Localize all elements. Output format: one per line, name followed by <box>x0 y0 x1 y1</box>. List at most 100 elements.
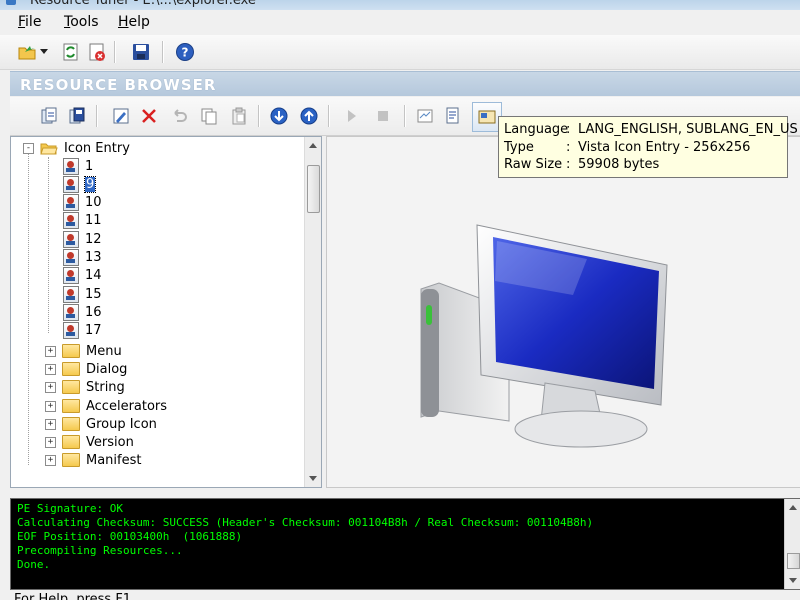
delete-icon[interactable] <box>138 105 160 127</box>
expand-icon[interactable]: + <box>45 345 56 357</box>
folder-icon <box>62 453 80 467</box>
app-icon <box>6 0 16 5</box>
tooltip-value: Vista Icon Entry - 256x256 <box>578 140 751 155</box>
tree-entry[interactable]: 15 <box>63 285 102 303</box>
expand-icon[interactable]: + <box>45 400 56 412</box>
log-line: PE Signature: OK <box>17 502 123 515</box>
tree-entry[interactable]: 11 <box>63 211 102 229</box>
folder-icon <box>62 380 80 394</box>
expand-icon[interactable]: + <box>45 381 56 393</box>
tree-folder-dialog[interactable]: + Dialog <box>45 360 127 378</box>
toolbar-separator <box>114 41 116 63</box>
computer-icon-preview <box>420 224 668 448</box>
expand-icon[interactable]: + <box>45 418 56 430</box>
folder-icon <box>62 399 80 413</box>
tree-scrollbar[interactable] <box>304 137 321 487</box>
dialog-icon[interactable] <box>414 105 436 127</box>
menu-bar: File Tools Help <box>0 10 800 34</box>
open-folder-icon <box>40 143 58 155</box>
tree-entry[interactable]: 12 <box>63 230 102 248</box>
log-console[interactable]: PE Signature: OK Calculating Checksum: S… <box>10 498 800 590</box>
toolbar-separator <box>404 105 406 127</box>
expand-icon[interactable]: + <box>45 436 56 448</box>
tree-folder-string[interactable]: + String <box>45 378 125 396</box>
icon-entry-icon <box>63 230 79 248</box>
tree-node-icon-entry[interactable]: - Icon Entry <box>23 139 130 157</box>
tree-label: Menu <box>86 343 122 359</box>
scroll-down-icon[interactable] <box>789 578 797 583</box>
toolbar-separator <box>258 105 260 127</box>
tree-entry[interactable]: 17 <box>63 321 102 339</box>
tree-label: Group Icon <box>86 416 157 432</box>
refresh-icon[interactable] <box>60 41 82 63</box>
tooltip-colon: : <box>566 140 571 155</box>
tooltip-value: 59908 bytes <box>578 157 660 172</box>
expand-icon[interactable]: + <box>45 363 56 375</box>
tree-label: Icon Entry <box>64 140 130 156</box>
open-folder-icon[interactable] <box>16 41 38 63</box>
help-icon[interactable]: ? <box>174 41 196 63</box>
scroll-up-icon[interactable] <box>309 143 317 148</box>
save-icon[interactable] <box>130 41 152 63</box>
tooltip-key: Language <box>504 122 569 137</box>
tree-label: 16 <box>85 304 102 320</box>
tree-folder-group-icon[interactable]: + Group Icon <box>45 415 157 433</box>
tree-folder-accelerators[interactable]: + Accelerators <box>45 397 167 415</box>
tree-entry[interactable]: 13 <box>63 248 102 266</box>
menu-tools[interactable]: Tools <box>64 14 99 30</box>
tree-label: 10 <box>85 194 102 210</box>
icon-entry-icon <box>63 321 79 339</box>
tree-label: Accelerators <box>86 398 168 414</box>
collapse-icon[interactable]: - <box>23 142 34 154</box>
resource-tree[interactable]: - Icon Entry 1 9 10 11 12 13 14 15 16 17… <box>10 136 322 488</box>
expand-icon[interactable]: + <box>45 454 56 466</box>
tree-label: 17 <box>85 322 102 338</box>
menu-file[interactable]: File <box>18 14 41 30</box>
edit-icon[interactable] <box>110 105 132 127</box>
toolbar-separator <box>328 105 330 127</box>
stop-icon[interactable] <box>372 105 394 127</box>
tree-entry[interactable]: 14 <box>63 266 102 284</box>
log-line: Done. <box>17 558 51 571</box>
scroll-thumb[interactable] <box>787 553 800 569</box>
close-file-icon[interactable] <box>86 41 108 63</box>
tree-label: 1 <box>85 158 94 174</box>
scroll-up-icon[interactable] <box>789 505 797 510</box>
tree-entry-selected[interactable]: 9 <box>63 175 97 193</box>
tree-connector <box>28 152 29 465</box>
log-line: Calculating Checksum: SUCCESS (Header's … <box>17 516 594 529</box>
arrow-down-circle-icon[interactable] <box>268 105 290 127</box>
tree-folder-version[interactable]: + Version <box>45 433 134 451</box>
icon-entry-icon <box>63 211 79 229</box>
paste-icon[interactable] <box>228 105 250 127</box>
tooltip-row-type: Type: Vista Icon Entry - 256x256 <box>504 140 750 155</box>
scroll-thumb[interactable] <box>307 165 320 213</box>
arrow-up-circle-icon[interactable] <box>298 105 320 127</box>
tooltip-key: Type <box>504 140 534 155</box>
icon-entry-icon <box>63 248 79 266</box>
export-icon[interactable] <box>66 105 88 127</box>
tree-folder-menu[interactable]: + Menu <box>45 342 122 360</box>
tooltip-colon: : <box>566 122 571 137</box>
dropdown-arrow-icon[interactable] <box>38 41 50 63</box>
tree-entry[interactable]: 1 <box>63 157 93 175</box>
tree-label: 15 <box>85 286 102 302</box>
scroll-down-icon[interactable] <box>309 476 317 481</box>
tree-entry[interactable]: 16 <box>63 303 102 321</box>
play-icon[interactable] <box>340 105 362 127</box>
status-bar: For Help, press F1 <box>0 590 800 600</box>
tree-folder-manifest[interactable]: + Manifest <box>45 451 141 469</box>
toolbar-separator <box>96 105 98 127</box>
tree-label: 12 <box>85 231 102 247</box>
tree-label: 9 <box>83 175 97 193</box>
menu-help[interactable]: Help <box>118 14 150 30</box>
import-icon[interactable] <box>38 105 60 127</box>
tree-label: Version <box>86 434 134 450</box>
copy-icon[interactable] <box>198 105 220 127</box>
properties-icon[interactable] <box>442 105 464 127</box>
icon-entry-icon <box>63 157 79 175</box>
tree-entry[interactable]: 10 <box>63 193 102 211</box>
resource-info-tooltip: Language: LANG_ENGLISH, SUBLANG_EN_US Typ… <box>498 116 798 178</box>
console-scrollbar[interactable] <box>784 499 800 589</box>
undo-icon[interactable] <box>168 105 190 127</box>
